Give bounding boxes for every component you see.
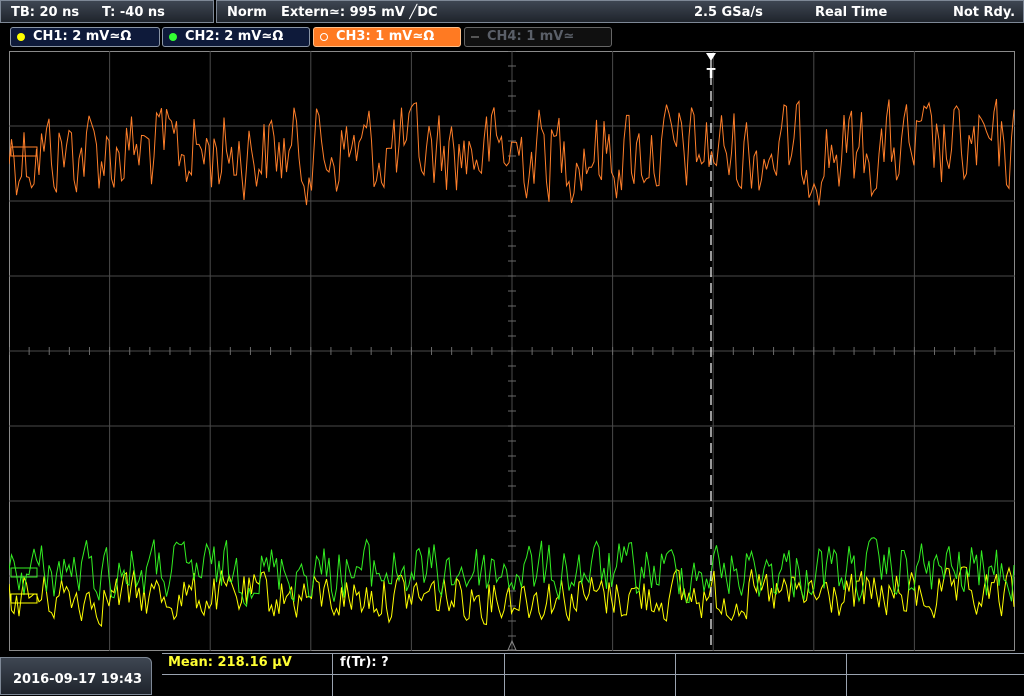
acquisition-mode-label: Real Time	[815, 5, 888, 20]
measurement-column-divider	[846, 654, 847, 696]
channel-1-label: CH1: 2 mV≃Ω	[33, 29, 132, 44]
channel-2-indicator-icon	[169, 33, 177, 41]
mean-measurement[interactable]: Mean: 218.16 µV	[168, 655, 292, 670]
timebase-label: TB: 20 ns	[11, 5, 80, 20]
datetime-label: 2016-09-17 19:43	[13, 672, 143, 687]
trigger-marker-label: T	[707, 67, 716, 82]
measurement-column-divider	[504, 654, 505, 696]
channel-4-button[interactable]: CH4: 1 mV≃	[464, 27, 612, 47]
timebase-panel[interactable]: TB: 20 ns T: -40 ns	[0, 0, 214, 23]
waveform-grid: T	[9, 51, 1015, 651]
frequency-measurement[interactable]: f(Tr): ?	[340, 655, 389, 670]
channel-1-indicator-icon	[17, 33, 25, 41]
channel-3-label: CH3: 1 mV≃Ω	[336, 29, 435, 44]
channel-3-indicator-icon	[320, 33, 328, 41]
trigger-time-label: T: -40 ns	[102, 5, 165, 20]
top-status-bar: TB: 20 ns T: -40 ns Norm Extern≃: 995 mV…	[0, 0, 1024, 24]
channel-4-label: CH4: 1 mV≃	[487, 29, 575, 44]
sample-rate-label: 2.5 GSa/s	[694, 5, 763, 20]
measurement-row-divider	[162, 674, 1024, 675]
channel-3-button[interactable]: CH3: 1 mV≃Ω	[313, 27, 461, 47]
bottom-bar: 2016-09-17 19:43 Mean: 218.16 µV f(Tr): …	[0, 653, 1024, 696]
datetime-display: 2016-09-17 19:43	[0, 657, 152, 695]
acquisition-status-label: Not Rdy.	[953, 5, 1016, 20]
channel-bar: CH1: 2 mV≃Ω CH2: 2 mV≃Ω CH3: 1 mV≃Ω CH4:…	[0, 25, 1024, 49]
channel-2-label: CH2: 2 mV≃Ω	[185, 29, 284, 44]
measurement-panel: Mean: 218.16 µV f(Tr): ?	[162, 653, 1024, 696]
waveform-display[interactable]: T	[9, 51, 1015, 651]
trigger-panel[interactable]: Norm Extern≃: 995 mV ╱DC 2.5 GSa/s Real …	[216, 0, 1024, 23]
channel-2-button[interactable]: CH2: 2 mV≃Ω	[162, 27, 310, 47]
trigger-source-label: Extern≃: 995 mV ╱DC	[281, 5, 438, 20]
channel-4-indicator-icon	[471, 36, 479, 38]
channel-1-button[interactable]: CH1: 2 mV≃Ω	[10, 27, 160, 47]
measurement-column-divider	[332, 654, 333, 696]
trigger-mode-label: Norm	[227, 5, 267, 20]
measurement-column-divider	[675, 654, 676, 696]
